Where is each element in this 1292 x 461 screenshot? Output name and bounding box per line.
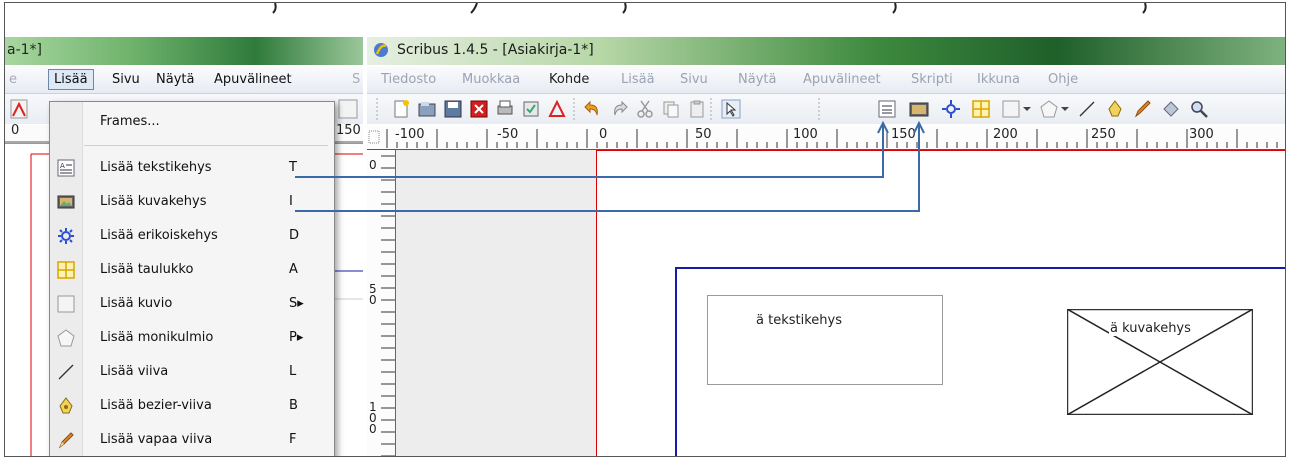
left-window-titlebar: a-1*] <box>5 37 363 65</box>
menu-item-apuvalineet[interactable]: Apuvälineet <box>214 72 292 87</box>
menu-item-label: Lisää viiva <box>100 364 169 379</box>
ruler-label: -50 <box>497 127 519 142</box>
menu-item-nayta[interactable]: Näytä <box>156 72 194 87</box>
menu-item-s[interactable]: S <box>352 72 360 87</box>
insert-dropdown-menu: Frames... A Lisää tekstikehys T Lisää ku… <box>49 101 335 456</box>
menu-item-kohde[interactable]: Kohde <box>549 72 589 87</box>
text-frame-icon: A <box>57 159 75 177</box>
menu-item-insert-freehand[interactable]: Lisää vapaa viiva F <box>50 424 334 456</box>
menu-item-muokkaa[interactable]: Muokkaa <box>462 72 520 87</box>
ruler-label: 100 <box>793 127 818 142</box>
menu-item-tiedosto[interactable]: Tiedosto <box>381 72 436 87</box>
svg-text:A: A <box>60 162 65 170</box>
menu-item-ikkuna[interactable]: Ikkuna <box>977 72 1020 87</box>
bezier-icon <box>59 397 73 414</box>
menu-item-sivu[interactable]: Sivu <box>680 72 708 87</box>
menu-item-lisaa[interactable]: Lisää <box>48 69 94 90</box>
menu-item-insert-image-frame[interactable]: Lisää kuvakehys I <box>50 186 334 218</box>
menu-item-shortcut: S▸ <box>289 296 304 311</box>
menu-item-sivu[interactable]: Sivu <box>112 72 140 87</box>
menu-item-label: Lisää kuvio <box>100 296 173 311</box>
menu-item-insert-text-frame[interactable]: A Lisää tekstikehys T <box>50 152 334 184</box>
menu-item-nayta[interactable]: Näytä <box>738 72 776 87</box>
left-menubar: e Lisää Sivu Näytä Apuvälineet S <box>5 67 363 94</box>
shape-icon <box>57 295 75 313</box>
ruler-label: 0 <box>599 127 608 142</box>
table-icon <box>57 261 75 279</box>
top-decoration <box>272 3 1147 14</box>
scribus-logo-icon <box>374 43 388 57</box>
menu-item-insert-polygon[interactable]: Lisää monikulmio P▸ <box>50 322 334 354</box>
right-window-title: Scribus 1.4.5 - [Asiakirja-1*] <box>397 42 594 58</box>
toolbar-separators <box>376 98 820 120</box>
text-frame[interactable]: ä tekstikehys <box>707 295 943 385</box>
menu-item-label: Lisää monikulmio <box>100 330 214 345</box>
menu-item-skripti[interactable]: Skripti <box>911 72 953 87</box>
menu-item-shortcut: P▸ <box>289 330 304 345</box>
ruler-label: -100 <box>395 127 425 142</box>
render-frame-icon <box>58 228 74 244</box>
menu-item-frames[interactable]: Frames... <box>50 106 334 138</box>
right-window-titlebar: Scribus 1.4.5 - [Asiakirja-1*] <box>367 37 1285 65</box>
menu-item-ohje[interactable]: Ohje <box>1048 72 1078 87</box>
margin-guide-left <box>675 267 677 456</box>
menu-separator <box>84 145 328 146</box>
right-menubar: Tiedosto Muokkaa Kohde Lisää Sivu Näytä … <box>367 67 1285 94</box>
menu-item-label: Lisää bezier-viiva <box>100 398 212 413</box>
vertical-ruler: 0 5 0 1 0 0 <box>367 150 396 456</box>
menu-item-label: Lisää erikoiskehys <box>100 228 218 243</box>
ruler-label: 250 <box>1091 127 1116 142</box>
menu-item-shortcut: B <box>289 398 298 413</box>
line-icon <box>58 364 74 380</box>
menu-item-shortcut: D <box>289 228 300 243</box>
menu-item-insert-bezier[interactable]: Lisää bezier-viiva B <box>50 390 334 422</box>
vruler-label: 5 0 <box>369 282 377 307</box>
menu-item-insert-table[interactable]: Lisää taulukko A <box>50 254 334 286</box>
freehand-icon <box>58 432 74 449</box>
menu-item-shortcut: T <box>289 160 297 175</box>
image-frame-icon <box>57 195 75 209</box>
menu-item-shortcut: A <box>289 262 298 277</box>
menu-item-shortcut: I <box>289 194 293 209</box>
scratch-space <box>396 150 596 456</box>
menu-item-label: Lisää kuvakehys <box>100 194 207 209</box>
ruler-label: 200 <box>993 127 1018 142</box>
vruler-label: 1 0 0 <box>369 400 377 436</box>
menu-item-label: Lisää tekstikehys <box>100 160 212 175</box>
menu-item-insert-line[interactable]: Lisää viiva L <box>50 356 334 388</box>
horizontal-ruler: -100 -50 0 50 100 150 200 250 300 <box>367 127 1285 150</box>
menu-item-label: Lisää taulukko <box>100 262 194 277</box>
menu-item-shortcut: F <box>289 432 297 447</box>
margin-guide-top <box>675 267 1285 269</box>
image-frame-label: ä kuvakehys <box>1109 321 1192 336</box>
text-frame-label: ä tekstikehys <box>756 313 842 328</box>
ruler-label: 300 <box>1189 127 1214 142</box>
screenshot-frame: a-1*] e Lisää Sivu Näytä Apuvälineet S 0… <box>4 2 1286 457</box>
menu-item-e[interactable]: e <box>9 72 17 87</box>
image-frame[interactable]: ä kuvakehys <box>1067 309 1253 415</box>
menu-item-insert-shape[interactable]: Lisää kuvio S▸ <box>50 288 334 320</box>
right-window: Scribus 1.4.5 - [Asiakirja-1*] Tiedosto … <box>367 37 1285 456</box>
menu-item-shortcut: L <box>289 364 297 379</box>
right-toolbar <box>367 94 1285 124</box>
menu-item-label: Lisää vapaa viiva <box>100 432 213 447</box>
polygon-icon <box>57 329 75 347</box>
ruler-label: 150 <box>891 127 916 142</box>
menu-item-insert-render-frame[interactable]: Lisää erikoiskehys D <box>50 220 334 252</box>
top-strip <box>5 3 1285 37</box>
left-window-title: a-1*] <box>7 42 42 58</box>
ruler-label: 50 <box>695 127 712 142</box>
menu-item-apuvalineet[interactable]: Apuvälineet <box>803 72 881 87</box>
vruler-label: 0 <box>369 158 377 172</box>
menu-item-lisaa[interactable]: Lisää <box>621 72 655 87</box>
menu-item-label: Frames... <box>100 114 160 129</box>
